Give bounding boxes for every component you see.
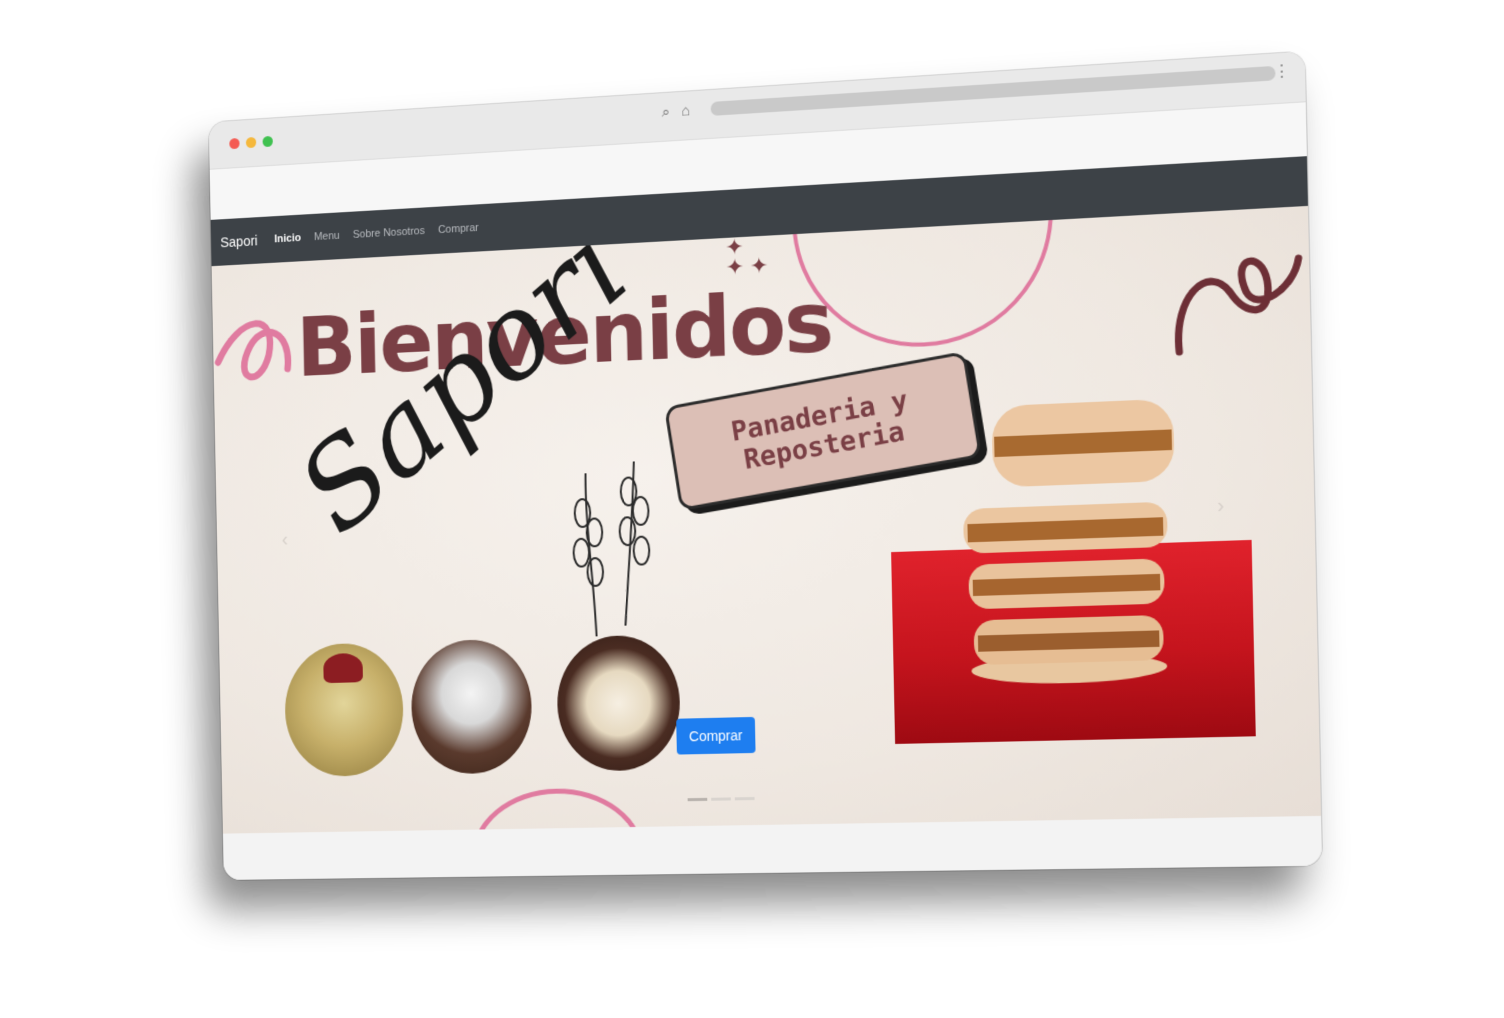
carousel-indicators	[687, 797, 755, 802]
pink-squiggle-left	[212, 300, 297, 410]
nav-link-menu[interactable]: Menu	[314, 230, 340, 243]
alfajores-stack-image	[963, 398, 1175, 686]
browser-window: ⌕ ⌂ ⋮ Sapori Inicio Menu Sobre Nosotros …	[208, 51, 1323, 880]
red-bow-decoration	[323, 652, 364, 684]
chocolate-loaf-thumbnail	[410, 638, 533, 775]
minimize-window-button[interactable]	[245, 136, 257, 149]
cake-thumbnail	[283, 642, 405, 778]
carousel-indicator-1[interactable]	[687, 797, 708, 802]
navbar-brand[interactable]: Sapori	[220, 233, 258, 251]
close-window-button[interactable]	[229, 137, 240, 150]
hero-carousel: ✦ ✦ ✦ Bienvenidos Sapori Panaderia y Rep…	[211, 205, 1322, 834]
maximize-window-button[interactable]	[262, 135, 273, 148]
comprar-button[interactable]: Comprar	[676, 716, 756, 755]
nav-link-sobre-nosotros[interactable]: Sobre Nosotros	[353, 225, 425, 241]
screenshot-stage: ⌕ ⌂ ⋮ Sapori Inicio Menu Sobre Nosotros …	[0, 0, 1504, 1018]
home-icon[interactable]: ⌂	[681, 102, 690, 119]
address-bar[interactable]	[710, 65, 1276, 116]
wheat-icon	[564, 450, 665, 642]
nav-link-comprar[interactable]: Comprar	[438, 222, 479, 236]
carousel-indicator-2[interactable]	[711, 797, 731, 801]
more-options-icon[interactable]: ⋮	[1273, 61, 1290, 83]
carousel-next-icon[interactable]: ›	[1217, 494, 1225, 518]
carousel-indicator-3[interactable]	[734, 797, 755, 801]
cookies-thumbnail	[556, 634, 682, 772]
search-icon[interactable]: ⌕	[662, 104, 671, 121]
decorative-pink-arc	[470, 787, 647, 834]
carousel-prev-icon[interactable]: ‹	[282, 529, 289, 552]
tagline-text: Panaderia y Reposteria	[729, 384, 911, 476]
maroon-squiggle-right	[1166, 227, 1305, 358]
nav-link-inicio[interactable]: Inicio	[274, 232, 301, 245]
sparkle-icons: ✦ ✦ ✦	[725, 233, 769, 280]
